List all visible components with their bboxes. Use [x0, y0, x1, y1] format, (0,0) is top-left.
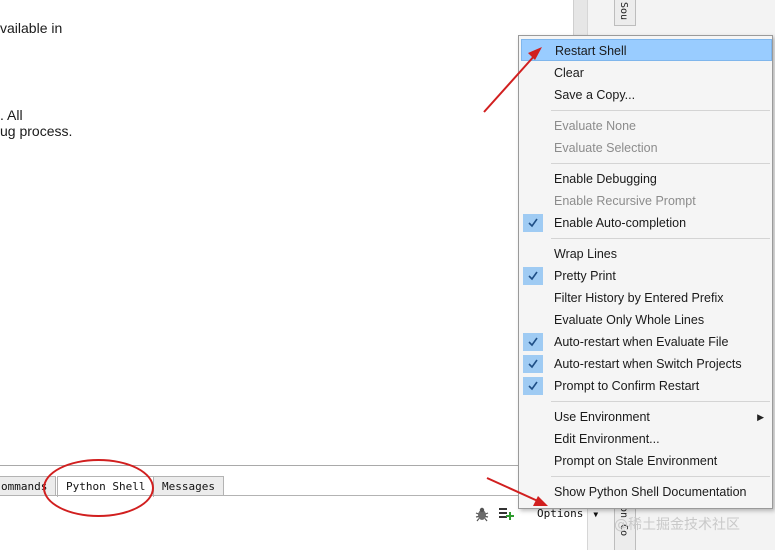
menu-item-evaluate-selection: Evaluate Selection	[521, 137, 772, 159]
menu-item-clear[interactable]: Clear	[521, 62, 772, 84]
menu-item-label: Wrap Lines	[554, 247, 617, 261]
menu-item-edit-environment[interactable]: Edit Environment...	[521, 428, 772, 450]
menu-item-prompt-stale-environment[interactable]: Prompt on Stale Environment	[521, 450, 772, 472]
menu-item-autorestart-switch-projects[interactable]: Auto-restart when Switch Projects	[521, 353, 772, 375]
checkmark-icon	[523, 355, 543, 373]
menu-item-label: Edit Environment...	[554, 432, 660, 446]
menu-separator	[551, 163, 770, 164]
menu-item-label: Use Environment	[554, 410, 650, 424]
menu-item-label: Evaluate Selection	[554, 141, 658, 155]
menu-separator	[551, 476, 770, 477]
checkmark-icon	[523, 214, 543, 232]
editor-text-line: ug process.	[0, 123, 73, 139]
menu-separator	[551, 110, 770, 111]
menu-item-label: Evaluate Only Whole Lines	[554, 313, 705, 327]
menu-separator	[551, 401, 770, 402]
annotation-circle	[43, 459, 154, 517]
menu-item-enable-recursive-prompt: Enable Recursive Prompt	[521, 190, 772, 212]
menu-item-enable-debugging[interactable]: Enable Debugging	[521, 168, 772, 190]
checkmark-icon	[523, 267, 543, 285]
menu-item-label: Auto-restart when Switch Projects	[554, 357, 742, 371]
menu-item-label: Enable Auto-completion	[554, 216, 687, 230]
editor-text-line: vailable in	[0, 20, 63, 36]
watermark: @稀土掘金技术社区	[614, 517, 740, 533]
menu-item-label: Prompt to Confirm Restart	[554, 379, 700, 393]
menu-item-label: Pretty Print	[554, 269, 616, 283]
menu-item-label: Filter History by Entered Prefix	[554, 291, 724, 305]
menu-item-wrap-lines[interactable]: Wrap Lines	[521, 243, 772, 265]
vertical-scrollbar[interactable]	[573, 0, 587, 35]
menu-item-label: Evaluate None	[554, 119, 637, 133]
menu-item-label: Enable Recursive Prompt	[554, 194, 696, 208]
menu-item-label: Auto-restart when Evaluate File	[554, 335, 729, 349]
menu-item-label: Show Python Shell Documentation	[554, 485, 747, 499]
menu-item-label: Enable Debugging	[554, 172, 657, 186]
menu-item-show-documentation[interactable]: Show Python Shell Documentation	[521, 481, 772, 503]
side-tab-source[interactable]: Sou	[614, 0, 636, 26]
list-add-icon[interactable]	[498, 506, 514, 522]
menu-item-enable-autocompletion[interactable]: Enable Auto-completion	[521, 212, 772, 234]
menu-separator	[551, 238, 770, 239]
menu-item-label: Prompt on Stale Environment	[554, 454, 718, 468]
chevron-down-icon: ▼	[593, 510, 599, 519]
menu-item-evaluate-none: Evaluate None	[521, 115, 772, 137]
menu-item-evaluate-whole-lines[interactable]: Evaluate Only Whole Lines	[521, 309, 772, 331]
editor-text-line: . All	[0, 107, 23, 123]
checkmark-icon	[523, 377, 543, 395]
tab-messages[interactable]: Messages	[153, 476, 224, 496]
menu-item-label: Restart Shell	[555, 44, 627, 58]
menu-item-filter-history[interactable]: Filter History by Entered Prefix	[521, 287, 772, 309]
menu-item-prompt-confirm-restart[interactable]: Prompt to Confirm Restart	[521, 375, 772, 397]
menu-item-use-environment[interactable]: Use Environment ▶	[521, 406, 772, 428]
menu-item-save-copy[interactable]: Save a Copy...	[521, 84, 772, 106]
menu-item-pretty-print[interactable]: Pretty Print	[521, 265, 772, 287]
menu-item-restart-shell[interactable]: Restart Shell	[521, 39, 772, 61]
options-context-menu: Restart Shell Clear Save a Copy... Evalu…	[518, 35, 773, 509]
menu-item-autorestart-evaluate-file[interactable]: Auto-restart when Evaluate File	[521, 331, 772, 353]
checkmark-icon	[523, 333, 543, 351]
chevron-right-icon: ▶	[757, 412, 764, 422]
side-tab-label: Sou	[618, 2, 629, 21]
bug-icon[interactable]	[474, 506, 490, 522]
menu-item-label: Save a Copy...	[554, 88, 636, 102]
menu-item-label: Clear	[554, 66, 584, 80]
